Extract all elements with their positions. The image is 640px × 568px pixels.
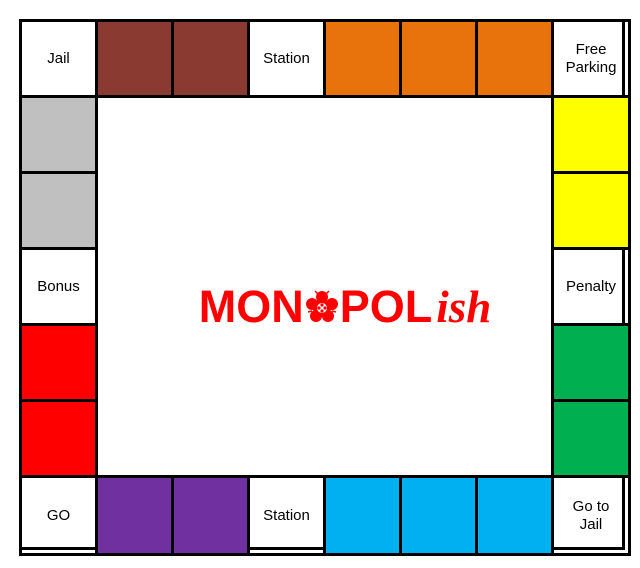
tudor-rose-icon xyxy=(305,287,339,327)
station-top-label: Station xyxy=(263,49,310,67)
corner-free-parking[interactable]: Free Parking xyxy=(551,19,631,98)
game-board: Jail Station Free Parking Bonus Penalty … xyxy=(19,19,631,556)
space-grey-2[interactable] xyxy=(19,171,98,250)
space-orange-1[interactable] xyxy=(323,19,402,98)
station-bottom-label: Station xyxy=(263,506,310,524)
free-parking-label-line2: Parking xyxy=(565,58,617,76)
bonus-label: Bonus xyxy=(37,277,80,295)
space-grey-1[interactable] xyxy=(19,95,98,174)
space-station-top[interactable]: Station xyxy=(247,19,326,98)
board-center: MON POL ish xyxy=(117,117,573,497)
space-brown-2[interactable] xyxy=(171,19,250,98)
corner-go[interactable]: GO xyxy=(19,475,98,556)
space-red-1[interactable] xyxy=(19,323,98,402)
corner-jail[interactable]: Jail xyxy=(19,19,98,98)
space-bonus[interactable]: Bonus xyxy=(19,247,98,326)
space-orange-3[interactable] xyxy=(475,19,554,98)
game-logo: MON POL ish xyxy=(199,281,492,333)
go-label: GO xyxy=(46,506,71,524)
go-to-jail-label-line2: Jail xyxy=(579,515,603,533)
logo-text-pol: POL xyxy=(339,281,433,332)
logo-text-mon: MON xyxy=(198,281,304,332)
penalty-label: Penalty xyxy=(565,277,617,295)
space-red-2[interactable] xyxy=(19,399,98,478)
corner-jail-label: Jail xyxy=(47,49,70,67)
go-to-jail-label-line1: Go to xyxy=(572,497,610,515)
logo-text-ish: ish xyxy=(436,282,492,332)
free-parking-label-line1: Free xyxy=(575,40,607,58)
space-brown-1[interactable] xyxy=(95,19,174,98)
space-orange-2[interactable] xyxy=(399,19,478,98)
